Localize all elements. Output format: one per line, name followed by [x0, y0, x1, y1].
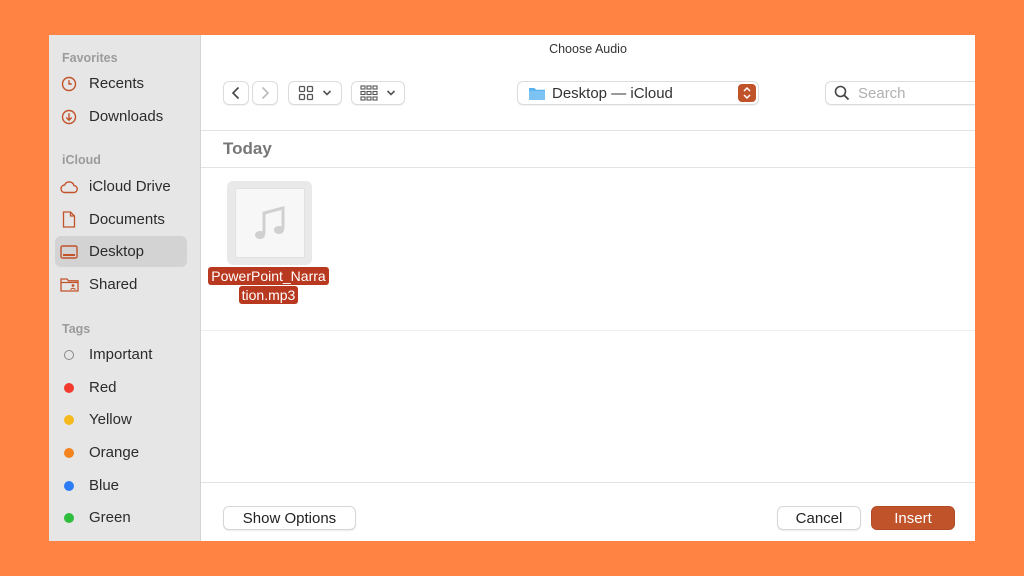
- choose-audio-dialog: Favorites Recents Downloads iCloud iClou…: [49, 35, 975, 541]
- sidebar-item-documents[interactable]: Documents: [55, 204, 187, 235]
- search-field[interactable]: Search: [825, 81, 975, 105]
- tag-dot-icon: [59, 410, 79, 430]
- file-name-label[interactable]: PowerPoint_Narra tion.mp3: [201, 267, 336, 305]
- chevron-left-icon: [231, 86, 240, 100]
- group-by-button[interactable]: [351, 81, 405, 105]
- chevron-down-icon: [322, 90, 332, 96]
- icloud-heading: iCloud: [62, 153, 101, 167]
- sidebar-item-label: Recents: [89, 75, 145, 92]
- tag-orange[interactable]: Orange: [55, 437, 187, 468]
- chevron-down-icon: [386, 90, 396, 96]
- chevron-right-icon: [261, 86, 270, 100]
- file-name-line-1: PowerPoint_Narra: [208, 267, 329, 285]
- main-panel: Choose Audio Desktop — iCloud Search Tod…: [201, 35, 975, 541]
- tag-dot-icon: [59, 443, 79, 463]
- file-name-line-2: tion.mp3: [238, 286, 299, 304]
- group-grid-icon: [360, 85, 378, 101]
- footer-divider: [201, 482, 975, 483]
- dialog-title: Choose Audio: [549, 42, 627, 56]
- tag-red[interactable]: Red: [55, 372, 187, 403]
- view-mode-button[interactable]: [288, 81, 342, 105]
- tag-label: Yellow: [89, 411, 132, 428]
- tags-heading: Tags: [62, 322, 91, 336]
- sidebar-item-desktop[interactable]: Desktop: [55, 236, 187, 267]
- tag-green[interactable]: Green: [55, 502, 187, 533]
- search-placeholder: Search: [858, 84, 906, 102]
- sidebar-item-label: Desktop: [89, 243, 145, 260]
- favorites-heading: Favorites: [62, 51, 118, 65]
- clock-icon: [59, 74, 79, 94]
- sidebar-item-label: Downloads: [89, 108, 164, 125]
- updown-arrows-icon: [738, 84, 756, 102]
- tag-blue[interactable]: Blue: [55, 470, 187, 501]
- file-thumbnail[interactable]: [227, 181, 312, 265]
- sidebar-item-label: Shared: [89, 276, 138, 293]
- tag-label: Red: [89, 379, 117, 396]
- search-icon: [834, 85, 850, 101]
- insert-button[interactable]: Insert: [871, 506, 955, 530]
- cloud-icon: [59, 177, 79, 197]
- tag-label: Green: [89, 509, 131, 526]
- tag-important[interactable]: Important: [55, 339, 187, 370]
- tag-dot-icon: [59, 508, 79, 528]
- sidebar-item-label: Documents: [89, 211, 165, 228]
- tag-label: Orange: [89, 444, 140, 461]
- group-header-today: Today: [223, 139, 272, 158]
- cancel-button[interactable]: Cancel: [777, 506, 861, 530]
- back-button[interactable]: [223, 81, 249, 105]
- location-label: Desktop — iCloud: [552, 84, 673, 102]
- forward-button[interactable]: [252, 81, 278, 105]
- sidebar: Favorites Recents Downloads iCloud iClou…: [49, 35, 201, 541]
- group-header-divider: [201, 167, 975, 168]
- sidebar-item-recents[interactable]: Recents: [55, 68, 187, 99]
- content-divider: [201, 330, 975, 331]
- download-icon: [59, 107, 79, 127]
- tag-label: Blue: [89, 477, 120, 494]
- show-options-button[interactable]: Show Options: [223, 506, 356, 530]
- toolbar-divider: [201, 130, 975, 131]
- folder-icon: [529, 87, 545, 100]
- sidebar-item-label: iCloud Drive: [89, 178, 171, 195]
- location-popup[interactable]: Desktop — iCloud: [517, 81, 759, 105]
- tag-dot-icon: [59, 345, 79, 365]
- icon-grid-icon: [298, 85, 314, 101]
- tag-yellow[interactable]: Yellow: [55, 404, 187, 435]
- shared-folder-icon: [59, 275, 79, 295]
- desktop-icon: [59, 242, 79, 262]
- tag-dot-icon: [59, 476, 79, 496]
- sidebar-item-icloud-drive[interactable]: iCloud Drive: [55, 171, 187, 202]
- music-note-icon: [254, 206, 284, 239]
- document-icon: [59, 210, 79, 230]
- sidebar-item-shared[interactable]: Shared: [55, 269, 187, 300]
- tag-label: Important: [89, 346, 153, 363]
- sidebar-item-downloads[interactable]: Downloads: [55, 101, 187, 132]
- tag-dot-icon: [59, 378, 79, 398]
